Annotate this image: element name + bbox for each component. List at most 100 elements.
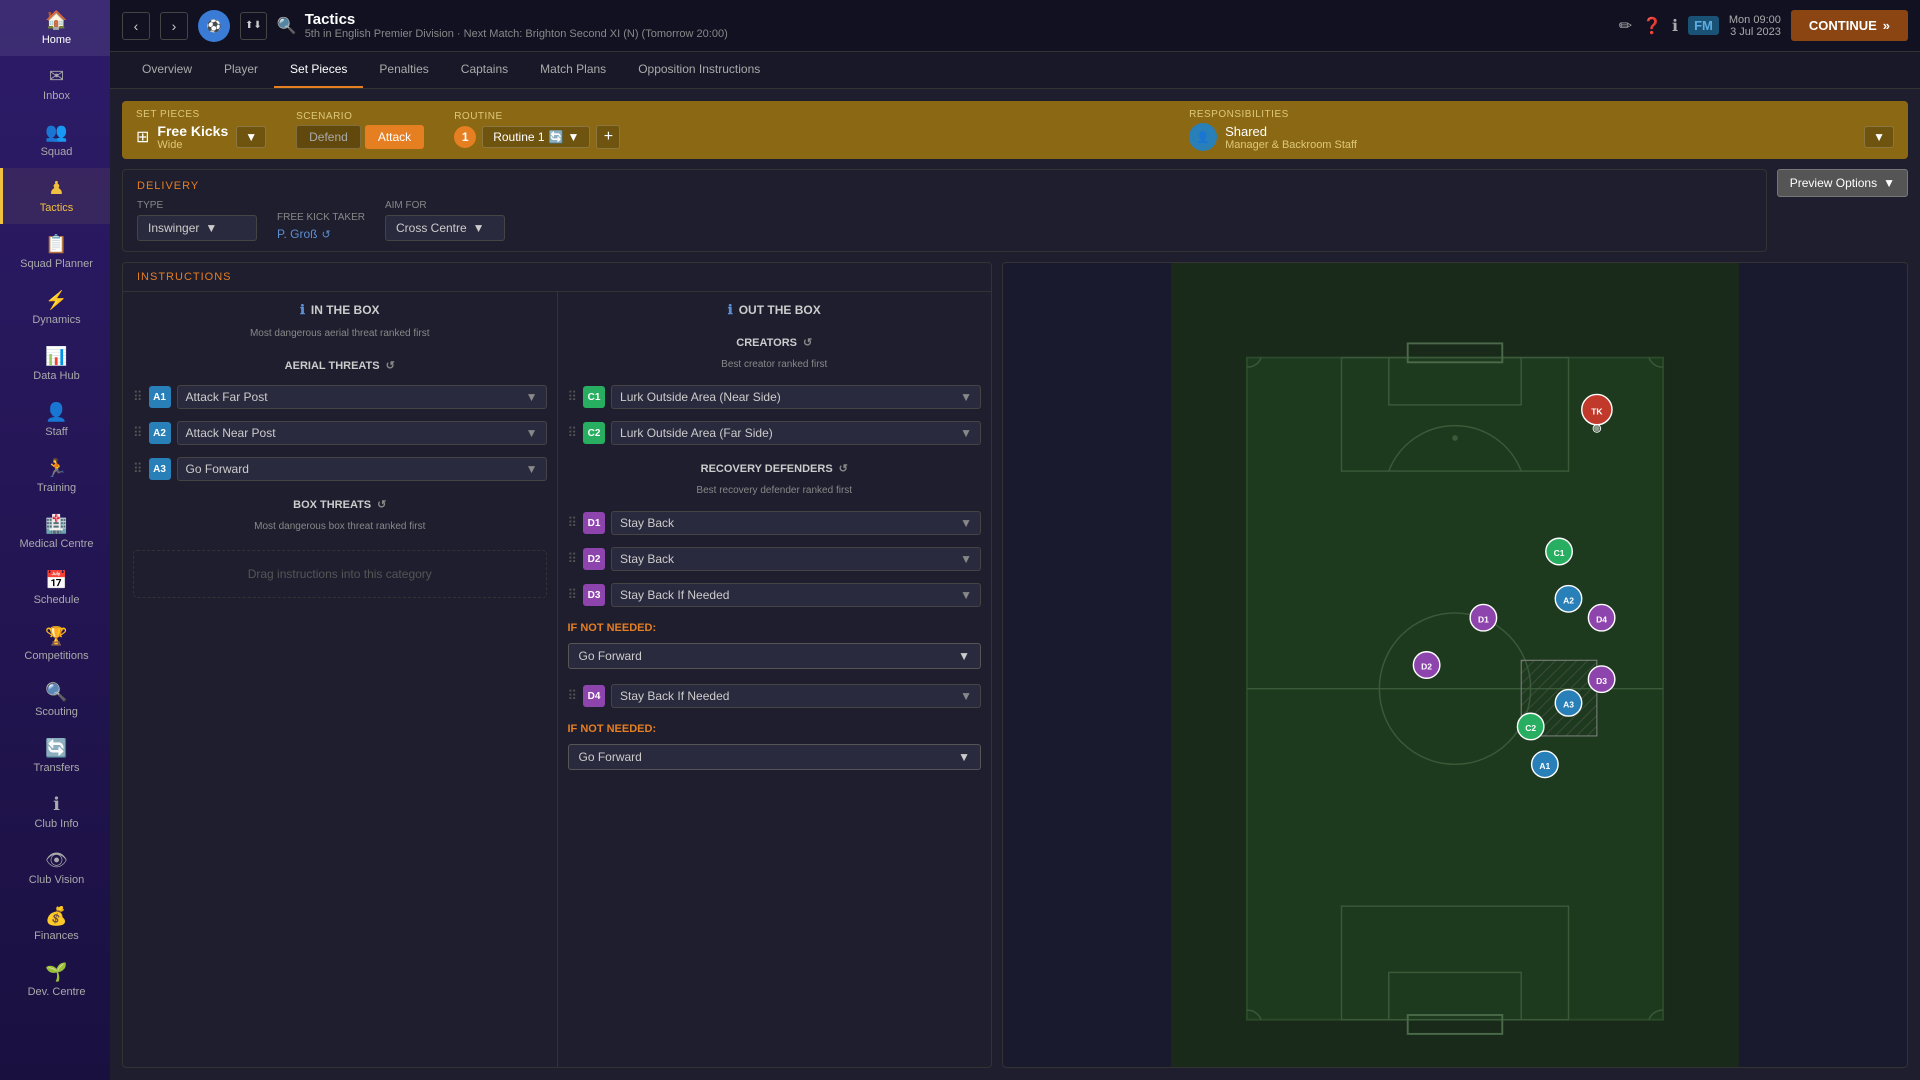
tab-captains[interactable]: Captains [445,52,524,88]
sidebar-item-dev.-centre[interactable]: 🌱Dev. Centre [0,952,110,1008]
sidebar-item-finances[interactable]: 💰Finances [0,896,110,952]
defend-button[interactable]: Defend [296,125,361,149]
sidebar-item-competitions[interactable]: 🏆Competitions [0,616,110,672]
badge-d1: D1 [583,512,605,534]
routine-dropdown[interactable]: Routine 1 🔄 ▼ [482,126,590,148]
tab-set-pieces[interactable]: Set Pieces [274,52,363,88]
drag-handle-a3[interactable]: ⠿ [133,461,143,477]
sidebar-item-scouting[interactable]: 🔍Scouting [0,672,110,728]
drag-handle-d4[interactable]: ⠿ [568,688,578,704]
refresh-creators-icon[interactable]: ↺ [803,336,812,349]
drag-handle-a2[interactable]: ⠿ [133,425,143,441]
set-pieces-dropdown[interactable]: ▼ [236,126,266,148]
instruction-select-d2[interactable]: Stay Back ▼ [611,547,981,571]
sidebar-item-club-vision[interactable]: 👁Club Vision [0,840,110,896]
tab-opposition-instructions[interactable]: Opposition Instructions [622,52,776,88]
responsibilities-dropdown[interactable]: ▼ [1864,126,1894,148]
back-button[interactable]: ‹ [122,12,150,40]
drag-handle-a1[interactable]: ⠿ [133,389,143,405]
aerial-threats-title: AERIAL THREATS ↺ [133,359,547,372]
drag-handle-d3[interactable]: ⠿ [568,587,578,603]
instruction-select-c1[interactable]: Lurk Outside Area (Near Side) ▼ [611,385,981,409]
continue-button[interactable]: CONTINUE » [1791,10,1908,41]
tab-overview[interactable]: Overview [126,52,208,88]
info-icon[interactable]: ℹ [1672,16,1678,36]
recovery-title: RECOVERY DEFENDERS ↺ [568,462,982,475]
recovery-row-d4: ⠿ D4 Stay Back If Needed ▼ [568,681,982,711]
instruction-select-a1[interactable]: Attack Far Post ▼ [177,385,547,409]
pitch-svg: TK C1 C2 D1 D2 A2 [1003,263,1907,1067]
sidebar-item-training[interactable]: 🏃Training [0,448,110,504]
taker-link[interactable]: P. Groß ↺ [277,227,365,241]
tab-match-plans[interactable]: Match Plans [524,52,622,88]
sidebar-item-tactics[interactable]: ♟Tactics [0,168,110,224]
type-label: TYPE [137,200,257,211]
svg-text:D1: D1 [1478,614,1489,624]
sidebar-item-squad-planner[interactable]: 📋Squad Planner [0,224,110,280]
up-down-button[interactable]: ⬆⬇ [240,12,267,40]
badge-d3: D3 [583,584,605,606]
sidebar-item-staff[interactable]: 👤Staff [0,392,110,448]
routine-label: ROUTINE [454,111,1159,122]
creators-subtitle: Best creator ranked first [568,359,982,370]
routine-number: 1 [454,126,476,148]
instruction-select-a2[interactable]: Attack Near Post ▼ [177,421,547,445]
refresh-recovery-icon[interactable]: ↺ [839,462,848,475]
if-not-needed-d3-label: IF NOT NEEDED: [568,622,982,634]
box-threats-title: BOX THREATS ↺ [133,498,547,511]
set-pieces-label: SET PIECES [136,109,266,120]
sidebar-item-club-info[interactable]: ℹClub Info [0,784,110,840]
refresh-aerial-icon[interactable]: ↺ [386,359,395,372]
if-not-needed-d4-label: IF NOT NEEDED: [568,723,982,735]
recovery-row-d2: ⠿ D2 Stay Back ▼ [568,544,982,574]
instruction-select-d4[interactable]: Stay Back If Needed ▼ [611,684,981,708]
edit-icon[interactable]: ✏ [1619,16,1632,36]
drag-handle-c1[interactable]: ⠿ [568,389,578,405]
svg-text:A2: A2 [1563,596,1574,606]
info-icon-out: ℹ [728,302,733,318]
type-dropdown[interactable]: Inswinger ▼ [137,215,257,241]
sidebar-item-home[interactable]: 🏠Home [0,0,110,56]
forward-button[interactable]: › [160,12,188,40]
if-not-select-d4[interactable]: Go Forward ▼ [568,744,982,770]
instructions-header: INSTRUCTIONS [123,263,991,292]
sidebar-item-transfers[interactable]: 🔄Transfers [0,728,110,784]
recovery-row-d3: ⠿ D3 Stay Back If Needed ▼ [568,580,982,610]
sidebar-item-data-hub[interactable]: 📊Data Hub [0,336,110,392]
content-area: SET PIECES ⊞ Free Kicks Wide ▼ SCENARIO … [110,89,1920,1080]
delivery-row: TYPE Inswinger ▼ FREE KICK TAKER P. Groß… [137,200,1752,241]
refresh-box-icon[interactable]: ↺ [377,498,386,511]
help-icon[interactable]: ❓ [1642,16,1662,36]
drag-handle-c2[interactable]: ⠿ [568,425,578,441]
badge-a1: A1 [149,386,171,408]
badge-d2: D2 [583,548,605,570]
sidebar-item-medical-centre[interactable]: 🏥Medical Centre [0,504,110,560]
aerial-subtitle: Most dangerous aerial threat ranked firs… [133,328,547,339]
instruction-select-a3[interactable]: Go Forward ▼ [177,457,547,481]
sidebar-item-schedule[interactable]: 📅Schedule [0,560,110,616]
pitch-panel: TK C1 C2 D1 D2 A2 [1002,262,1908,1068]
drag-handle-d2[interactable]: ⠿ [568,551,578,567]
attack-button[interactable]: Attack [365,125,424,149]
instruction-select-d3[interactable]: Stay Back If Needed ▼ [611,583,981,607]
if-not-select-d3[interactable]: Go Forward ▼ [568,643,982,669]
svg-text:A1: A1 [1539,761,1550,771]
instruction-select-d1[interactable]: Stay Back ▼ [611,511,981,535]
aim-dropdown[interactable]: Cross Centre ▼ [385,215,505,241]
badge-c1: C1 [583,386,605,408]
badge-a2: A2 [149,422,171,444]
instruction-select-c2[interactable]: Lurk Outside Area (Far Side) ▼ [611,421,981,445]
in-box-column: ℹ IN THE BOX Most dangerous aerial threa… [123,292,558,1067]
routine-section: ROUTINE 1 Routine 1 🔄 ▼ + [454,111,1159,149]
preview-options-button[interactable]: Preview Options ▼ [1777,169,1908,197]
tab-player[interactable]: Player [208,52,274,88]
responsibilities-section: RESPONSIBILITIES 👤 Shared Manager & Back… [1189,109,1894,151]
drag-handle-d1[interactable]: ⠿ [568,515,578,531]
tab-penalties[interactable]: Penalties [363,52,444,88]
sidebar-item-dynamics[interactable]: ⚡Dynamics [0,280,110,336]
sidebar-item-inbox[interactable]: ✉Inbox [0,56,110,112]
routine-add-button[interactable]: + [596,125,620,149]
recovery-subtitle: Best recovery defender ranked first [568,485,982,496]
sidebar-item-squad[interactable]: 👥Squad [0,112,110,168]
responsibilities-label: RESPONSIBILITIES [1189,109,1894,120]
